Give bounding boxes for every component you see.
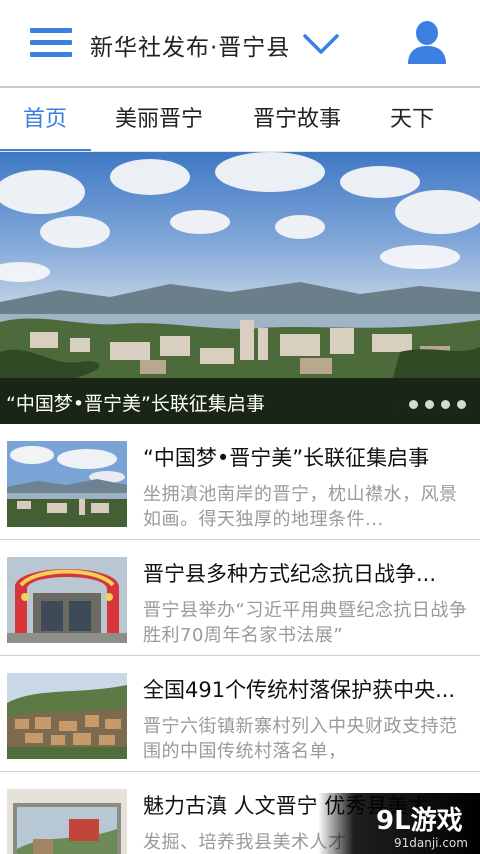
news-thumbnail bbox=[7, 441, 127, 527]
carousel-dot[interactable] bbox=[409, 400, 418, 409]
app-header: 新华社发布·晋宁县 bbox=[0, 0, 480, 88]
news-summary: 晋宁六街镇新寨村列入中央财政支持范围的中国传统村落名单， bbox=[143, 716, 458, 762]
carousel-pagination bbox=[393, 400, 473, 410]
carousel-dot[interactable] bbox=[393, 400, 402, 409]
menu-bar bbox=[30, 52, 72, 57]
news-list-item[interactable]: 晋宁县多种方式纪念抗日战争... 晋宁县举办“习近平用典暨纪念抗日战争胜利70周… bbox=[0, 540, 480, 656]
tab-jinning-stories[interactable]: 晋宁故事 bbox=[253, 88, 341, 151]
news-title: “中国梦•晋宁美”长联征集启事 bbox=[143, 446, 430, 470]
carousel-dot[interactable] bbox=[457, 400, 466, 409]
tab-home[interactable]: 首页 bbox=[23, 88, 67, 151]
news-title: 全国491个传统村落保护获中央... bbox=[143, 678, 456, 702]
news-list-item[interactable]: 全国491个传统村落保护获中央... 晋宁六街镇新寨村列入中央财政支持范围的中国… bbox=[0, 656, 480, 772]
news-thumbnail bbox=[7, 789, 127, 854]
watermark-url: 91danji.com bbox=[394, 836, 468, 850]
menu-bar bbox=[30, 40, 72, 45]
tab-world[interactable]: 天下 bbox=[390, 88, 434, 151]
carousel-dot[interactable] bbox=[441, 400, 450, 409]
carousel-dot[interactable] bbox=[425, 400, 434, 409]
page-title[interactable]: 新华社发布·晋宁县 bbox=[90, 28, 290, 62]
user-icon[interactable] bbox=[406, 20, 448, 66]
watermark-logo: 9L游戏 bbox=[376, 806, 463, 836]
news-list-item[interactable]: “中国梦•晋宁美”长联征集启事 坐拥滇池南岸的晋宁，枕山襟水，风景如画。得天独厚… bbox=[0, 424, 480, 540]
tab-beautiful-jinning[interactable]: 美丽晋宁 bbox=[115, 88, 203, 151]
news-thumbnail bbox=[7, 557, 127, 643]
news-title: 晋宁县多种方式纪念抗日战争... bbox=[143, 562, 437, 586]
category-tabs: 首页 美丽晋宁 晋宁故事 天下 bbox=[0, 88, 480, 152]
news-thumbnail bbox=[7, 673, 127, 759]
banner-caption[interactable]: “中国梦•晋宁美”长联征集启事 bbox=[6, 389, 265, 416]
chevron-down-icon[interactable] bbox=[303, 33, 339, 55]
menu-bar bbox=[30, 28, 72, 33]
news-summary: 晋宁县举办“习近平用典暨纪念抗日战争胜利70周年名家书法展” bbox=[143, 600, 468, 646]
news-summary: 坐拥滇池南岸的晋宁，枕山襟水，风景如画。得天独厚的地理条件... bbox=[143, 484, 458, 530]
hamburger-menu-icon[interactable] bbox=[30, 26, 72, 60]
